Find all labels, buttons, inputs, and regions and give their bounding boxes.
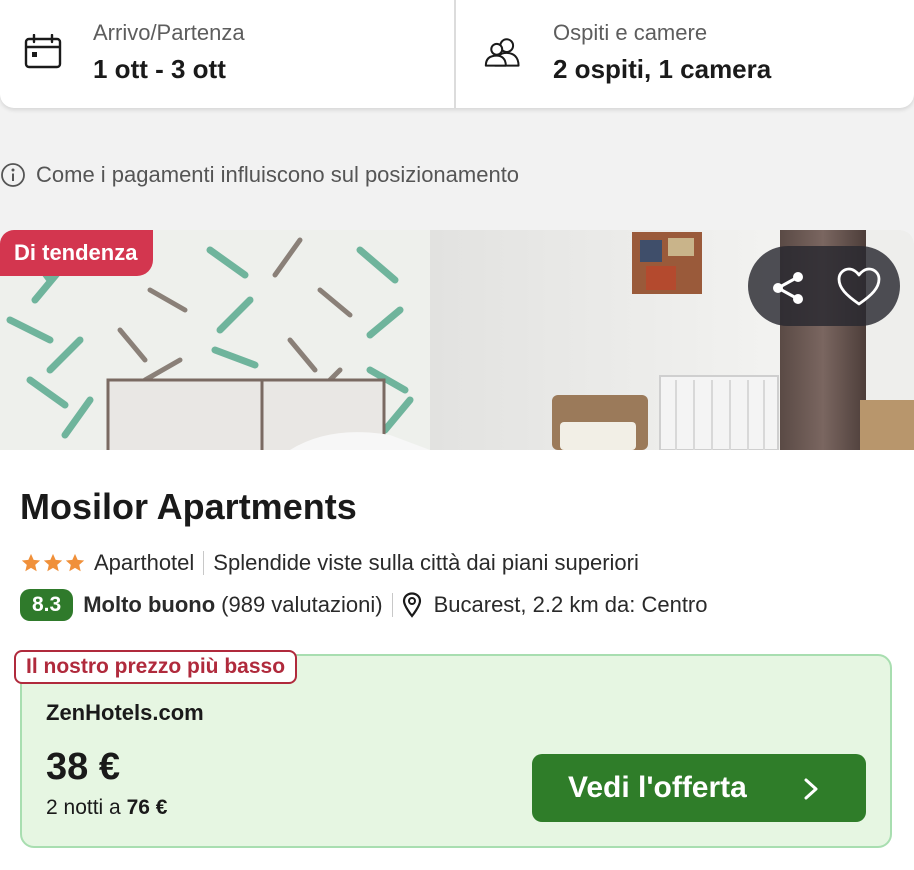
review-count: (989 valutazioni) xyxy=(221,592,383,617)
star-icon xyxy=(21,553,41,572)
divider xyxy=(391,593,393,617)
hotel-type-line: Aparthotel Splendide viste sulla città d… xyxy=(20,548,639,578)
star-rating xyxy=(20,552,86,574)
lowest-price-tag: Il nostro prezzo più basso xyxy=(14,650,298,684)
dates-label: Arrivo/Partenza xyxy=(93,20,245,45)
trending-badge: Di tendenza xyxy=(0,230,154,276)
star-icon xyxy=(43,553,63,572)
guests-icon xyxy=(484,38,520,67)
offer-total: 2 notti a 76 € xyxy=(46,796,167,820)
ranking-info-link[interactable]: Come i pagamenti influiscono sul posizio… xyxy=(0,158,519,192)
rating-line: 8.3 Molto buono (989 valutazioni) Bucare… xyxy=(20,588,708,622)
guests-label: Ospiti e camere xyxy=(553,20,708,45)
hotel-card[interactable]: Di tendenza Mosilor Apartments Aparthote… xyxy=(0,230,914,870)
offer-provider: ZenHotels.com xyxy=(46,700,204,725)
heart-icon[interactable] xyxy=(836,266,882,308)
view-offer-button[interactable]: Vedi l'offerta xyxy=(532,754,866,822)
chevron-right-icon xyxy=(804,778,818,800)
view-offer-label: Vedi l'offerta xyxy=(568,771,747,804)
star-icon xyxy=(65,553,85,572)
photo-actions xyxy=(748,246,900,326)
hotel-location: Bucarest, 2.2 km da: Centro xyxy=(433,592,708,617)
divider xyxy=(203,551,205,575)
rating-word: Molto buono xyxy=(83,592,216,617)
ranking-info-text: Come i pagamenti influiscono sul posizio… xyxy=(36,162,520,187)
dates-value: 1 ott - 3 ott xyxy=(93,54,226,84)
share-icon[interactable] xyxy=(766,266,810,310)
info-icon xyxy=(1,163,25,187)
dates-selector[interactable]: Arrivo/Partenza 1 ott - 3 ott xyxy=(0,0,456,108)
score-badge: 8.3 xyxy=(20,589,74,621)
hotel-type: Aparthotel xyxy=(94,550,195,575)
hotel-photo[interactable]: Di tendenza xyxy=(0,230,914,450)
total-price: 76 € xyxy=(126,796,168,819)
guests-selector[interactable]: Ospiti e camere 2 ospiti, 1 camera xyxy=(456,0,914,108)
hotel-name[interactable]: Mosilor Apartments xyxy=(20,486,357,528)
calendar-icon xyxy=(24,34,62,69)
offer-price: 38 € xyxy=(46,746,120,788)
search-bar: Arrivo/Partenza 1 ott - 3 ott Ospiti e c… xyxy=(0,0,914,108)
guests-value: 2 ospiti, 1 camera xyxy=(553,54,772,84)
hotel-highlight: Splendide viste sulla città dai piani su… xyxy=(213,550,639,575)
location-pin-icon xyxy=(402,592,421,618)
nights-prefix: 2 notti a xyxy=(46,796,121,819)
